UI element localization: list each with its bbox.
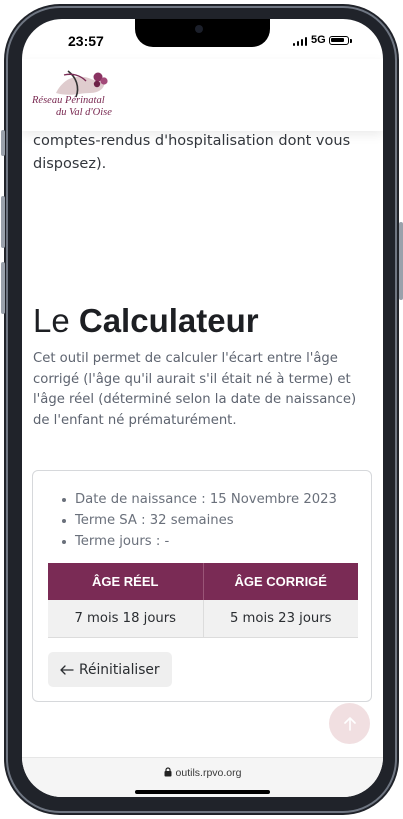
age-table: ÂGE RÉEL ÂGE CORRIGÉ 7 mois 18 jours 5 m… — [48, 563, 358, 638]
silent-switch — [1, 130, 5, 156]
page-title: Le Calculateur — [33, 302, 259, 340]
calculator-description: Cet outil permet de calculer l'écart ent… — [33, 351, 357, 428]
url-text: outils.rpvo.org — [175, 767, 242, 779]
value-age-corrected: 5 mois 23 jours — [203, 600, 358, 638]
status-time: 23:57 — [68, 33, 104, 49]
value-age-real: 7 mois 18 jours — [48, 600, 204, 638]
url-display[interactable]: outils.rpvo.org — [22, 767, 383, 779]
reset-label: Réinitialiser — [79, 661, 160, 678]
lock-icon — [164, 767, 172, 777]
back-to-top-button[interactable] — [329, 703, 370, 744]
info-list: Date de naissance : 15 Novembre 2023 Ter… — [62, 489, 337, 552]
reset-button[interactable]: Réinitialiser — [48, 652, 172, 687]
intro-text: comptes-rendus d'hospitalisation dont vo… — [33, 133, 351, 172]
info-term-days: Terme jours : - — [62, 531, 337, 552]
power-button — [399, 222, 403, 300]
info-birth-date: Date de naissance : 15 Novembre 2023 — [62, 489, 337, 510]
battery-icon — [329, 36, 349, 45]
network-label: 5G — [311, 34, 326, 46]
arrow-up-icon — [343, 716, 356, 731]
site-logo[interactable]: Réseau Périnatal du Val d'Oise — [32, 67, 122, 125]
camera-icon — [195, 25, 203, 33]
title-bold: Calculateur — [78, 302, 259, 339]
header-age-real: ÂGE RÉEL — [48, 563, 204, 600]
arrow-left-icon — [60, 664, 74, 675]
result-card: Date de naissance : 15 Novembre 2023 Ter… — [32, 470, 372, 702]
info-term-weeks: Terme SA : 32 semaines — [62, 510, 337, 531]
signal-icon — [293, 37, 307, 46]
volume-down-button — [1, 262, 5, 314]
home-indicator[interactable] — [135, 790, 270, 794]
table-row: 7 mois 18 jours 5 mois 23 jours — [48, 600, 358, 638]
header-age-corrected: ÂGE CORRIGÉ — [203, 563, 358, 600]
logo-name: Réseau Périnatal — [32, 95, 105, 106]
phone-screen: 23:57 5G Réseau Périnatal du Val d'Oise — [22, 19, 383, 797]
browser-address-bar[interactable]: outils.rpvo.org — [22, 757, 383, 797]
table-header-row: ÂGE RÉEL ÂGE CORRIGÉ — [48, 563, 358, 600]
volume-up-button — [1, 196, 5, 248]
logo-region: du Val d'Oise — [56, 107, 112, 118]
battery-cap — [350, 39, 352, 43]
title-light: Le — [33, 302, 79, 339]
site-header: Réseau Périnatal du Val d'Oise — [22, 59, 383, 131]
notch — [135, 19, 270, 47]
